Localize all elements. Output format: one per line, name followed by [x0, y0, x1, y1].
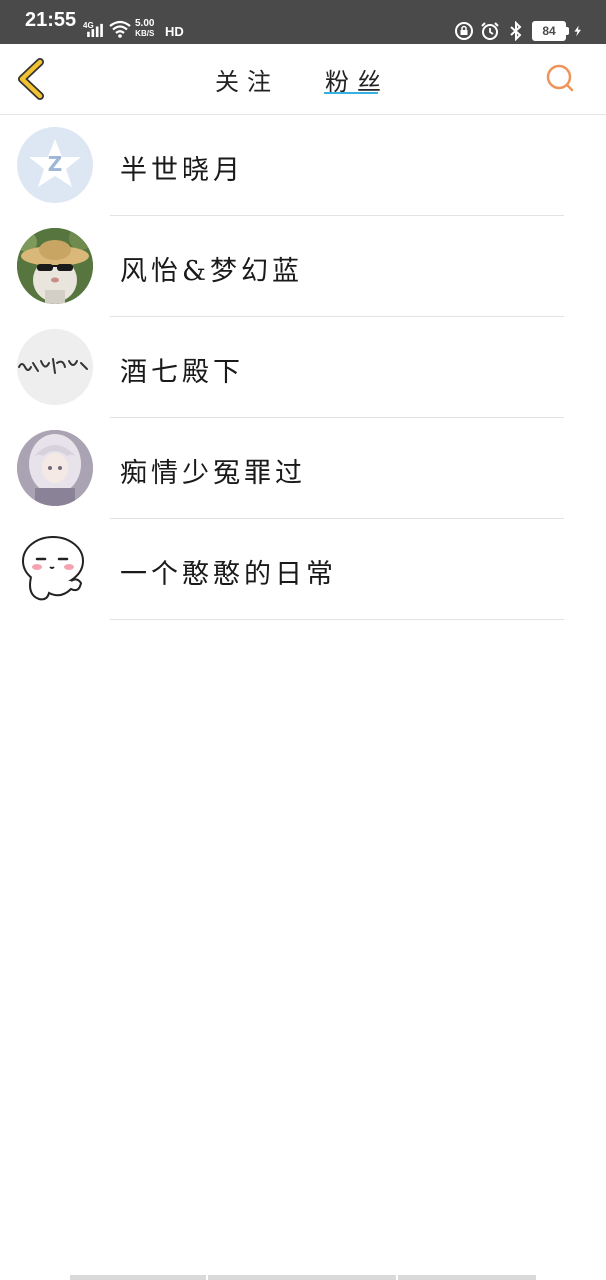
tab-following[interactable]: 关注	[215, 62, 279, 97]
divider	[110, 619, 564, 620]
back-arrow-icon[interactable]	[14, 56, 50, 102]
user-name: 风怡&梦幻蓝	[120, 256, 304, 287]
search-icon[interactable]	[544, 62, 576, 94]
hd-badge: HD	[165, 24, 184, 39]
anime-girl-avatar[interactable]	[17, 430, 93, 506]
cat-sunglasses-avatar[interactable]	[17, 228, 93, 304]
status-bar: 21:55 4G 5.00 KB/S HD 84	[0, 0, 606, 44]
qq-default-avatar[interactable]: Z	[17, 127, 93, 203]
blob-sticker-avatar[interactable]	[17, 531, 93, 607]
gesture-bar-left	[70, 1275, 206, 1280]
list-item[interactable]: 风怡&梦幻蓝	[0, 216, 606, 317]
network-speed: 5.00 KB/S	[135, 18, 155, 39]
user-name: 一个憨憨的日常	[120, 559, 337, 590]
active-tab-indicator	[324, 92, 378, 94]
charging-icon	[574, 25, 581, 37]
list-item[interactable]: 酒七殿下	[0, 317, 606, 418]
wifi-icon	[109, 20, 131, 38]
list-item[interactable]: 痴情少冤罪过	[0, 418, 606, 519]
bluetooth-icon	[510, 21, 522, 41]
user-name: 痴情少冤罪过	[120, 458, 306, 489]
list-item[interactable]: 一个憨憨的日常	[0, 519, 606, 620]
alarm-icon	[481, 22, 499, 40]
user-name: 酒七殿下	[120, 357, 244, 388]
top-nav-bar: 关注 粉丝	[0, 44, 606, 115]
status-right-icons: 84	[454, 20, 584, 42]
calligraphy-avatar[interactable]	[17, 329, 93, 405]
fans-list: Z 半世晓月 风怡&梦幻蓝 酒七殿下 痴情少冤罪过 一个憨憨的日常	[0, 115, 606, 620]
gesture-bar-right	[398, 1275, 536, 1280]
list-item[interactable]: Z 半世晓月	[0, 115, 606, 216]
signal-icon	[87, 23, 103, 37]
status-time: 21:55	[25, 9, 77, 31]
lock-rotation-icon	[455, 22, 473, 40]
user-name: 半世晓月	[120, 155, 244, 186]
svg-text:Z: Z	[48, 152, 63, 176]
gesture-bar-center	[208, 1275, 396, 1280]
battery-level: 84	[532, 21, 569, 41]
